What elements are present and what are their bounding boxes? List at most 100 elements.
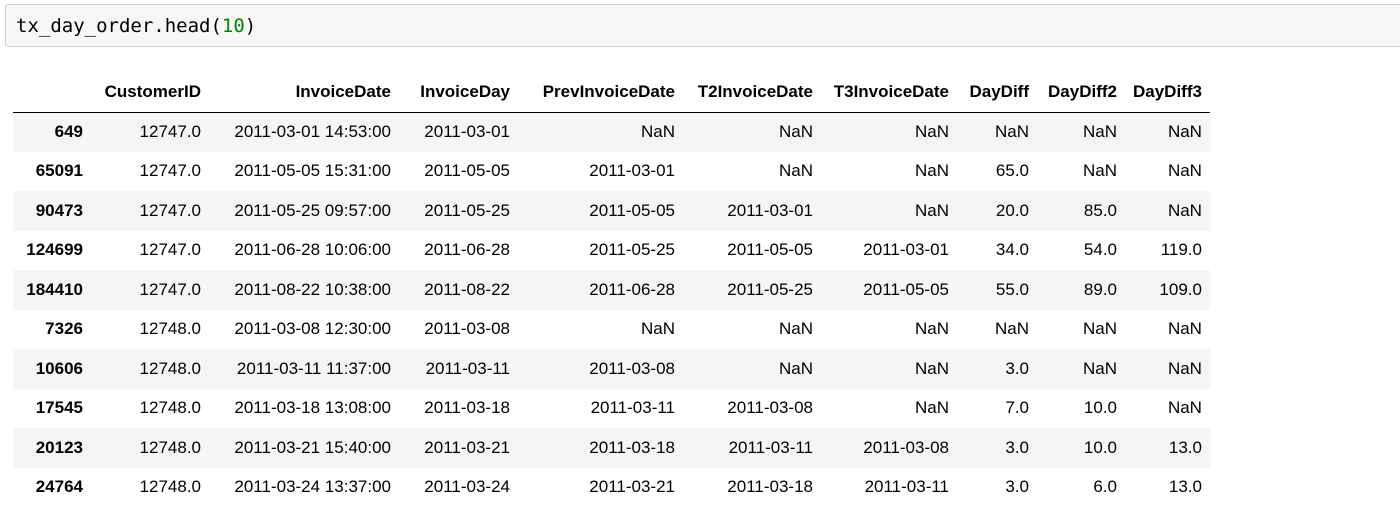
table-cell: 2011-03-08 [589,358,675,378]
table-cell: 2011-03-11 11:37:00 [236,358,391,378]
code-text-number: 10 [221,14,245,37]
table-cell: NaN [1082,122,1117,141]
table-row: 124699 12747.0 2011-06-28 10:06:00 2011-06-… [13,230,1210,270]
column-header-previnvoicedate: PrevInvoiceDate [518,73,683,113]
table-cell: 2011-05-05 [863,279,949,299]
table-cell: 2011-03-08 [424,319,510,339]
code-text-suffix: ) [244,14,257,37]
column-header-daydiff2: DayDiff2 [1037,73,1125,113]
column-header-t3invoicedate: T3InvoiceDate [821,73,957,113]
row-index: 90473 [35,200,83,220]
table-cell: NaN [1167,358,1202,378]
table-row: 20123 12748.0 2011-03-21 15:40:00 2011-03-2… [13,428,1210,468]
table-row: 184410 12747.0 2011-08-22 10:38:00 2011-08-… [13,270,1210,310]
table-cell: 12747.0 [139,279,201,299]
table-cell: 10.0 [1083,398,1117,418]
table-cell: 55.0 [995,279,1029,299]
table-row: 649 12747.0 2011-03-01 14:53:00 2011-03-01 N… [13,112,1210,152]
table-cell: NaN [778,358,813,378]
table-cell: 2011-03-18 13:08:00 [234,398,391,418]
table-cell: 2011-06-28 [589,279,675,299]
table-cell: 2011-03-11 [590,398,675,418]
table-cell: 2011-03-01 [727,200,813,220]
table-cell: 85.0 [1083,200,1117,220]
table-cell: 12747.0 [139,240,201,260]
table-cell: NaN [914,398,949,418]
table-cell: NaN [778,122,813,141]
table-cell: 12748.0 [139,398,201,418]
table-cell: NaN [914,161,949,181]
table-cell: NaN [778,161,813,181]
table-cell: NaN [1082,319,1117,339]
table-cell: 34.0 [995,240,1029,260]
table-row: 7326 12748.0 2011-03-08 12:30:00 2011-03-08… [13,309,1210,349]
table-cell: NaN [914,122,949,141]
table-row: 24764 12748.0 2011-03-24 13:37:00 2011-03-2… [13,467,1210,507]
row-index: 124699 [26,240,83,260]
table-cell: 2011-05-05 [589,200,675,220]
table-cell: 2011-03-11 [425,358,510,378]
table-cell: 119.0 [1160,240,1202,260]
table-cell: 2011-05-05 15:31:00 [234,161,391,181]
table-cell: 2011-03-01 [424,122,510,141]
table-cell: 2011-06-28 10:06:00 [234,240,391,260]
column-header-daydiff: DayDiff [957,73,1037,113]
row-index: 20123 [35,437,83,457]
table-cell: 12748.0 [139,319,201,339]
table-cell: 109.0 [1159,279,1202,299]
row-index: 7326 [45,319,83,339]
table-cell: 65.0 [995,161,1029,181]
column-header-daydiff3: DayDiff3 [1125,73,1210,113]
table-cell: 2011-03-11 [728,437,813,457]
table-cell: NaN [914,319,949,339]
table-cell: 12748.0 [139,358,201,378]
table-cell: 2011-03-18 [727,477,813,497]
table-cell: 2011-03-24 [424,477,510,497]
table-cell: 2011-03-08 [727,398,813,418]
row-index: 24764 [35,477,83,497]
dataframe-table: CustomerID InvoiceDate InvoiceDay PrevIn… [13,73,1210,507]
column-header-invoicedate: InvoiceDate [209,73,399,113]
table-cell: 12747.0 [139,200,201,220]
table-cell: 2011-08-22 10:38:00 [234,279,391,299]
table-cell: NaN [994,122,1029,141]
column-header-customerid: CustomerID [91,73,209,113]
table-cell: 12748.0 [139,437,201,457]
table-cell: 13.0 [1168,477,1202,497]
row-index: 10606 [35,358,83,378]
table-cell: NaN [1167,122,1202,141]
column-header-t2invoicedate: T2InvoiceDate [683,73,821,113]
table-cell: 13.0 [1168,437,1202,457]
table-cell: 2011-03-01 [863,240,949,260]
table-cell: NaN [1167,161,1202,181]
table-cell: NaN [1167,200,1202,220]
table-cell: 2011-03-08 [863,437,949,457]
index-header [13,73,91,113]
row-index: 649 [54,122,83,141]
table-row: 17545 12748.0 2011-03-18 13:08:00 2011-03-1… [13,388,1210,428]
table-cell: 2011-03-24 13:37:00 [234,477,391,497]
table-cell: NaN [778,319,813,339]
row-index: 184410 [26,279,83,299]
table-cell: NaN [994,319,1029,339]
table-cell: 2011-05-25 [727,279,813,299]
table-cell: NaN [1167,319,1202,339]
table-cell: 6.0 [1093,477,1117,497]
code-cell-input[interactable]: tx_day_order.head(10) [5,4,1400,47]
table-row: 90473 12747.0 2011-05-25 09:57:00 2011-05-2… [13,191,1210,231]
table-cell: 2011-03-21 [424,437,510,457]
table-cell: 3.0 [1005,358,1029,378]
table-cell: 3.0 [1005,437,1029,457]
table-row: 65091 12747.0 2011-05-05 15:31:00 2011-05-0… [13,151,1210,191]
table-cell: 2011-03-11 [864,477,949,497]
table-cell: 2011-03-08 12:30:00 [234,319,391,339]
table-cell: 2011-05-25 [424,200,510,220]
table-cell: 20.0 [995,200,1029,220]
table-cell: 2011-06-28 [424,240,510,260]
table-cell: 2011-03-01 14:53:00 [234,122,391,141]
table-header-row: CustomerID InvoiceDate InvoiceDay PrevIn… [13,73,1210,113]
table-cell: 12747.0 [139,122,201,141]
table-cell: 2011-05-05 [424,161,510,181]
table-cell: 2011-03-21 15:40:00 [234,437,391,457]
table-cell: 7.0 [1005,398,1029,418]
